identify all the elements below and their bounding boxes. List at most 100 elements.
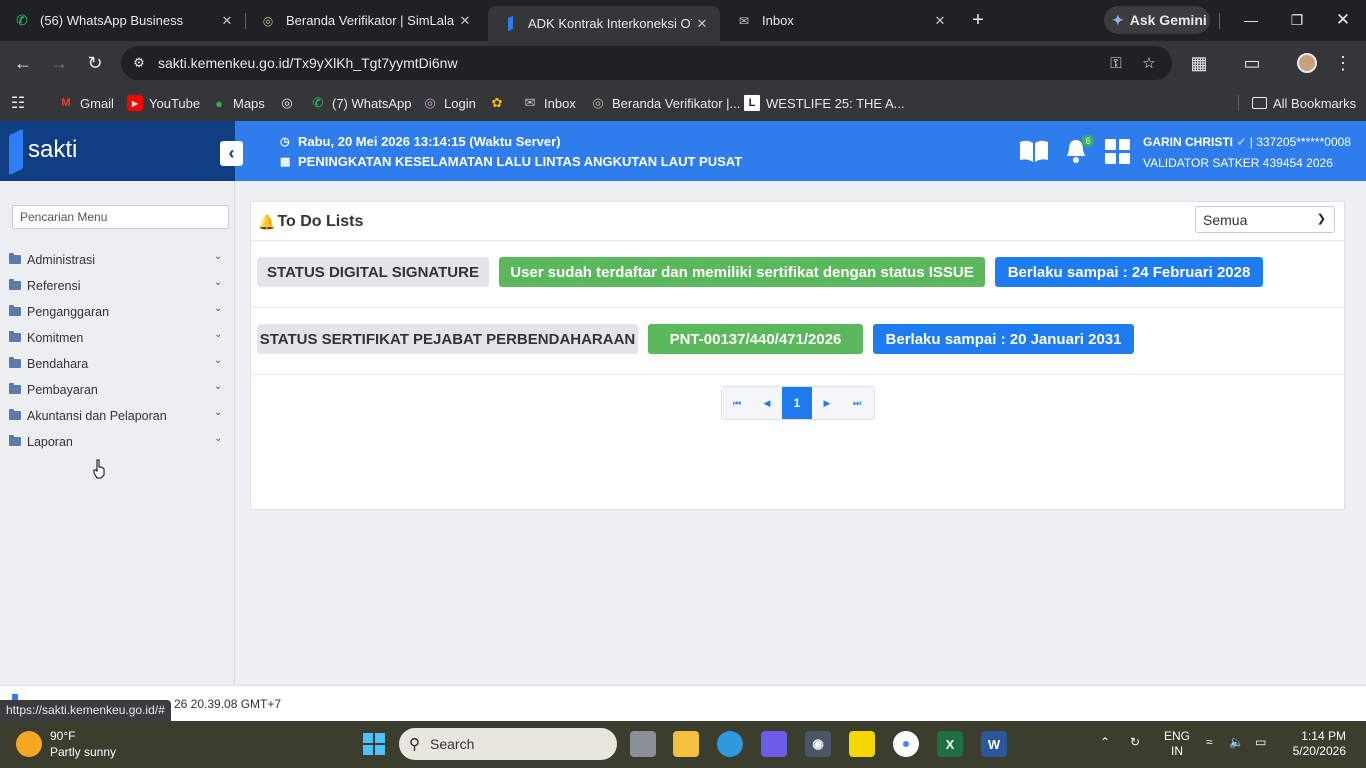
app-header: ◷ Rabu, 20 Mei 2026 13:14:15 (Waktu Serv… [235, 121, 1366, 181]
page-number-current[interactable]: 1 [782, 387, 812, 419]
chrome-icon[interactable] [893, 731, 919, 757]
sticky-notes-icon[interactable] [849, 731, 875, 757]
language-code: ENG [1164, 729, 1191, 743]
taskbar-search-box[interactable]: ⚲ Search [399, 728, 617, 760]
chevron-up-icon[interactable]: ⌃ [1100, 735, 1110, 749]
close-window-icon[interactable]: ✕ [1328, 8, 1358, 32]
sidebar-item-akuntansi[interactable]: Akuntansi dan Pelaporan ⌄ [0, 403, 235, 429]
minimize-icon[interactable]: — [1236, 8, 1266, 32]
todo-header: 🔔 To Do Lists Semua ❯ [251, 202, 1344, 240]
battery-icon[interactable]: ▭ [1255, 735, 1266, 749]
ask-gemini-button[interactable]: ✦ Ask Gemini [1104, 6, 1210, 34]
bookmark-youtube[interactable]: ▶ YouTube [127, 93, 200, 113]
task-view-icon[interactable] [630, 731, 656, 757]
copilot-icon[interactable] [761, 731, 787, 757]
taskbar-clock[interactable]: 1:14 PM 5/20/2026 [1280, 729, 1346, 759]
back-arrow-icon[interactable]: ← [11, 51, 35, 75]
bookmark-beranda[interactable]: ◎ Beranda Verifikator |... [590, 93, 740, 113]
close-tab-icon[interactable]: ✕ [455, 11, 475, 31]
first-page-icon[interactable]: ⏮ [722, 387, 752, 419]
camera-icon[interactable]: ◉ [805, 731, 831, 757]
folder-icon [9, 253, 21, 264]
file-explorer-icon[interactable] [673, 731, 699, 757]
tab-adk-kontrak[interactable]: ADK Kontrak Interkoneksi OTP P ✕ [488, 6, 720, 41]
extensions-puzzle-icon[interactable]: ▦ [1187, 51, 1211, 75]
sidebar-item-referensi[interactable]: Referensi ⌄ [0, 273, 235, 299]
menu-search-input[interactable] [12, 205, 229, 229]
prev-page-icon[interactable]: ◀ [752, 387, 782, 419]
digital-signature-valid-badge: Berlaku sampai : 24 Februari 2028 [995, 257, 1263, 287]
sync-icon[interactable]: ↻ [1130, 735, 1140, 749]
apps-grid-icon[interactable] [1104, 135, 1132, 167]
sidebar-item-laporan[interactable]: Laporan ⌄ [0, 429, 235, 455]
close-tab-icon[interactable]: ✕ [692, 14, 712, 34]
tab-beranda-verifikator[interactable]: ◎ Beranda Verifikator | SimLala ✕ [246, 6, 483, 35]
folder-icon [9, 305, 21, 316]
collapse-sidebar-button[interactable]: ‹ [220, 141, 243, 166]
todo-title-text: To Do Lists [277, 213, 364, 230]
reload-icon[interactable]: ↻ [83, 51, 107, 75]
user-name-line[interactable]: GARIN CHRISTI ✔ | 337205******0008 [1143, 135, 1351, 149]
windows-start-icon[interactable] [361, 731, 387, 757]
bookmark-maps[interactable]: ● Maps [211, 93, 265, 113]
server-datetime: ◷ Rabu, 20 Mei 2026 13:14:15 (Waktu Serv… [280, 134, 561, 149]
site-info-icon[interactable]: ⚙ [129, 53, 149, 73]
language-indicator[interactable]: ENG IN [1164, 729, 1190, 759]
bookmark-whatsapp[interactable]: ✆ (7) WhatsApp [310, 93, 412, 113]
tab-whatsapp-business[interactable]: ✆ (56) WhatsApp Business ✕ [0, 6, 245, 35]
bookmark-inbox[interactable]: ✉ Inbox [522, 93, 576, 113]
excel-icon[interactable]: X [937, 731, 963, 757]
next-page-icon[interactable]: ▶ [812, 387, 842, 419]
sidebar-item-komitmen[interactable]: Komitmen ⌄ [0, 325, 235, 351]
folder-icon [1252, 97, 1267, 109]
restore-icon[interactable]: ❐ [1282, 8, 1312, 32]
url-text[interactable]: sakti.kemenkeu.go.id/Tx9yXlKh_Tgt7yymtDi… [158, 55, 458, 71]
bookmark-gmail[interactable]: M Gmail [58, 93, 114, 113]
bookmark-login[interactable]: ◎ Login [422, 93, 475, 113]
partly-sunny-icon [16, 731, 42, 757]
browser-menu-icon[interactable]: ⋮ [1331, 51, 1355, 75]
bookmarks-divider [1238, 95, 1239, 111]
bookmark-star-icon[interactable]: ☆ [1139, 53, 1159, 73]
divider [251, 240, 1344, 241]
close-tab-icon[interactable]: ✕ [930, 11, 950, 31]
tab-title: (56) WhatsApp Business [40, 13, 184, 28]
bookmark-globe[interactable]: ◎ [279, 93, 301, 113]
sidebar-item-label: Akuntansi dan Pelaporan [27, 409, 167, 423]
todo-title: 🔔 To Do Lists [258, 213, 363, 231]
sidebar-item-administrasi[interactable]: Administrasi ⌄ [0, 247, 235, 273]
wifi-icon[interactable]: ≈ [1206, 735, 1213, 749]
sertifikat-pejabat-valid-badge: Berlaku sampai : 20 Januari 2031 [873, 324, 1134, 354]
edge-browser-icon[interactable] [717, 731, 743, 757]
apps-grid-icon[interactable]: ☷ [10, 93, 32, 113]
bookmark-pinwheel[interactable]: ✿ [489, 93, 511, 113]
clock-icon: ◷ [280, 136, 290, 148]
close-tab-icon[interactable]: ✕ [217, 11, 237, 31]
cast-icon[interactable]: ▭ [1240, 51, 1264, 75]
word-icon[interactable]: W [981, 731, 1007, 757]
address-bar[interactable]: ⚙ sakti.kemenkeu.go.id/Tx9yXlKh_Tgt7yymt… [121, 46, 1172, 80]
password-key-icon[interactable]: ⚿ [1106, 53, 1126, 73]
last-page-icon[interactable]: ⏭ [842, 387, 872, 419]
bookmarks-bar: ☷ M Gmail ▶ YouTube ● Maps ◎ ✆ (7) Whats… [0, 85, 1366, 121]
browser-tab-strip: ✆ (56) WhatsApp Business ✕ ◎ Beranda Ver… [0, 0, 1366, 41]
whatsapp-icon: ✆ [312, 95, 324, 110]
all-bookmarks-button[interactable]: All Bookmarks [1252, 93, 1356, 113]
book-open-icon[interactable] [1018, 135, 1050, 167]
sidebar-item-pembayaran[interactable]: Pembayaran ⌄ [0, 377, 235, 403]
sidebar-item-label: Administrasi [27, 253, 96, 267]
todo-filter-select[interactable]: Semua ❯ [1195, 206, 1335, 233]
todo-panel: 🔔 To Do Lists Semua ❯ STATUS DIGITAL SIG… [250, 201, 1345, 510]
sertifikat-pejabat-label: STATUS SERTIFIKAT PEJABAT PERBENDAHARAAN [257, 324, 638, 354]
volume-icon[interactable]: 🔈 [1229, 735, 1244, 749]
tab-inbox[interactable]: ✉ Inbox ✕ [722, 6, 958, 35]
divider [251, 374, 1344, 375]
bookmark-westlife[interactable]: L WESTLIFE 25: THE A... [744, 93, 904, 113]
all-bookmarks-label: All Bookmarks [1273, 95, 1357, 111]
sidebar-item-penganggaran[interactable]: Penganggaran ⌄ [0, 299, 235, 325]
footer-text: 26 20.39.08 GMT+7 [174, 697, 282, 711]
profile-avatar-icon[interactable] [1295, 51, 1319, 75]
sidebar-item-bendahara[interactable]: Bendahara ⌄ [0, 351, 235, 377]
forward-arrow-icon[interactable]: → [47, 51, 71, 75]
new-tab-plus-icon[interactable]: + [966, 8, 990, 32]
